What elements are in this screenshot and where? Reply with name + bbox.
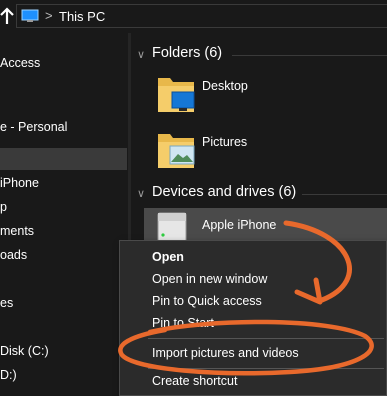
address-bar[interactable]: > This PC <box>16 4 387 28</box>
menu-separator <box>148 338 384 339</box>
menu-item-open[interactable]: Open <box>120 246 386 268</box>
menu-separator <box>148 368 384 369</box>
menu-item-create-shortcut[interactable]: Create shortcut <box>120 370 386 392</box>
nav-item-apple-iphone[interactable]: iPhone <box>0 172 127 194</box>
group-divider <box>232 55 387 56</box>
device-label-apple-iphone[interactable]: Apple iPhone <box>202 218 276 232</box>
desktop-folder-icon[interactable] <box>156 72 196 116</box>
pictures-folder-icon[interactable] <box>156 128 196 172</box>
group-divider <box>302 194 387 195</box>
collapse-chevron-icon[interactable]: ∨ <box>137 187 145 200</box>
address-bar-row: > This PC <box>0 0 387 33</box>
nav-item-desktop[interactable]: p <box>0 196 127 218</box>
nav-item-this-pc[interactable] <box>0 148 127 170</box>
nav-item-drive-d[interactable]: D:) <box>0 364 127 386</box>
menu-item-open-new-window[interactable]: Open in new window <box>120 268 386 290</box>
context-menu: Open Open in new window Pin to Quick acc… <box>119 240 387 396</box>
navigation-pane: Access e - Personal iPhone p ments oads … <box>0 33 127 396</box>
breadcrumb-separator: > <box>45 8 53 23</box>
menu-item-pin-start[interactable]: Pin to Start <box>120 312 386 334</box>
nav-item-onedrive-personal[interactable]: e - Personal <box>0 116 127 138</box>
folder-label-desktop[interactable]: Desktop <box>202 79 248 93</box>
folder-label-pictures[interactable]: Pictures <box>202 135 247 149</box>
folders-group-header[interactable]: Folders (6) <box>152 45 222 61</box>
nav-item-pictures[interactable]: es <box>0 292 127 314</box>
nav-item-documents[interactable]: ments <box>0 220 127 242</box>
menu-item-pin-quick-access[interactable]: Pin to Quick access <box>120 290 386 312</box>
breadcrumb-this-pc[interactable]: This PC <box>59 9 105 24</box>
nav-item-local-disk-c[interactable]: Disk (C:) <box>0 340 127 362</box>
menu-item-import-pictures-videos[interactable]: Import pictures and videos <box>120 342 386 364</box>
up-arrow-icon[interactable] <box>0 6 14 26</box>
collapse-chevron-icon[interactable]: ∨ <box>137 48 145 61</box>
devices-group-header[interactable]: Devices and drives (6) <box>152 184 296 200</box>
nav-item-quick-access[interactable]: Access <box>0 52 127 74</box>
nav-item-downloads[interactable]: oads <box>0 244 127 266</box>
this-pc-icon <box>21 9 39 22</box>
